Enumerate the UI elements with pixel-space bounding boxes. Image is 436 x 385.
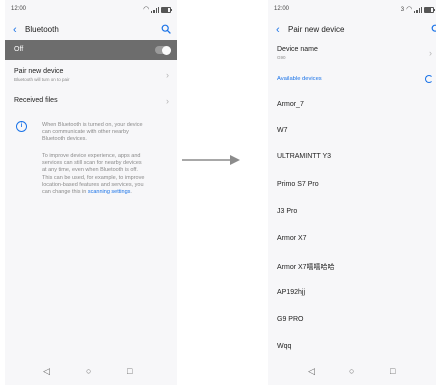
info-line: This can be used, for example, to improv… <box>42 174 145 181</box>
info-text: can change this in <box>42 189 88 196</box>
transition-arrow-icon <box>182 155 240 165</box>
navigation-bar: ◁ ○ □ <box>268 359 436 385</box>
chevron-right-icon: › <box>166 96 169 106</box>
switch-knob <box>162 45 171 55</box>
bluetooth-switch[interactable] <box>155 45 171 55</box>
status-bar: 12:00 3 ◠ <box>274 6 435 16</box>
info-line: services can still scan for nearby devic… <box>42 160 142 167</box>
info-line: location-based features and services, yo… <box>42 181 144 188</box>
nav-recents-icon[interactable]: □ <box>127 367 132 376</box>
info-line: can communicate with other nearby <box>42 129 129 136</box>
device-list-item[interactable]: Wqq <box>277 343 291 350</box>
navigation-bar: ◁ ○ □ <box>5 359 177 385</box>
search-icon[interactable] <box>431 24 436 34</box>
info-line: To improve device experience, apps and <box>42 153 141 159</box>
battery-icon <box>161 6 172 13</box>
page-title: Bluetooth <box>25 25 59 34</box>
wifi-icon: ◠ <box>143 6 150 13</box>
info-paragraph-1: When Bluetooth is turned on, your device… <box>42 122 170 144</box>
info-text: . <box>130 189 132 196</box>
device-list-item[interactable]: ULTRAMINTT Y3 <box>277 153 331 160</box>
wifi-icon: ◠ <box>406 6 413 13</box>
device-list-item[interactable]: Armor X7 <box>277 235 307 242</box>
chevron-right-icon: › <box>166 70 169 80</box>
status-icons: 3 ◠ <box>400 6 435 13</box>
pair-new-device-screen: 12:00 3 ◠ ‹ Pair new device Device name … <box>268 0 436 385</box>
nav-back-icon[interactable]: ◁ <box>43 367 50 376</box>
device-list-item[interactable]: Armor_7 <box>277 101 304 108</box>
search-icon[interactable] <box>161 24 171 34</box>
battery-icon <box>424 6 435 13</box>
device-list-item[interactable]: W7 <box>277 127 288 134</box>
nav-home-icon[interactable]: ○ <box>86 367 91 376</box>
back-arrow-icon[interactable]: ‹ <box>276 24 280 36</box>
nav-recents-icon[interactable]: □ <box>390 367 395 376</box>
device-name-label: Device name <box>277 46 318 53</box>
bluetooth-toggle-row[interactable]: Off <box>5 40 177 60</box>
loading-spinner-icon <box>425 75 433 83</box>
received-files-label: Received files <box>14 97 58 104</box>
nav-back-icon[interactable]: ◁ <box>308 367 315 376</box>
bluetooth-settings-screen: 12:00 ◠ ‹ Bluetooth Off Pair new device … <box>5 0 177 385</box>
pair-new-device-label: Pair new device <box>14 68 64 75</box>
device-list-item[interactable]: G9 PRO <box>277 316 303 323</box>
status-bar: 12:00 ◠ <box>11 6 172 16</box>
device-list-item[interactable]: J3 Pro <box>277 208 297 215</box>
status-time: 12:00 <box>11 6 27 12</box>
received-files-item[interactable]: Received files › <box>14 96 171 106</box>
bluetooth-toggle-label: Off <box>14 46 24 53</box>
device-list-item[interactable]: AP192hjj <box>277 289 305 296</box>
app-bar: ‹ Pair new device <box>268 22 436 40</box>
info-line: Bluetooth devices. <box>42 136 87 143</box>
pair-new-device-item[interactable]: Pair new device Bluetooth will turn on t… <box>14 68 171 82</box>
app-bar: ‹ Bluetooth <box>5 22 177 40</box>
status-badge: 3 <box>400 6 405 13</box>
info-line-last: can change this in scanning settings. <box>42 189 170 196</box>
signal-icon <box>151 6 159 13</box>
chevron-right-icon: › <box>429 48 432 58</box>
status-icons: ◠ <box>143 6 172 13</box>
info-line: When Bluetooth is turned on, your device <box>42 122 143 128</box>
available-devices-header: Available devices <box>277 76 322 82</box>
nav-home-icon[interactable]: ○ <box>349 367 354 376</box>
device-list-item[interactable]: Primo S7 Pro <box>277 181 319 188</box>
device-name-value: G90 <box>277 55 286 60</box>
page-title: Pair new device <box>288 25 345 34</box>
info-line: at any time, even when Bluetooth is off. <box>42 167 138 174</box>
info-icon: i <box>16 121 27 132</box>
status-time: 12:00 <box>274 6 290 12</box>
scanning-settings-link[interactable]: scanning settings <box>88 189 131 195</box>
back-arrow-icon[interactable]: ‹ <box>13 24 17 36</box>
device-name-item[interactable]: Device name G90 › <box>277 46 434 60</box>
device-list-item[interactable]: Armor X7嘻嘻哈哈 <box>277 262 335 272</box>
info-paragraph-2: To improve device experience, apps and s… <box>42 153 170 196</box>
pair-new-device-sublabel: Bluetooth will turn on to pair <box>14 77 70 82</box>
signal-icon <box>414 6 422 13</box>
